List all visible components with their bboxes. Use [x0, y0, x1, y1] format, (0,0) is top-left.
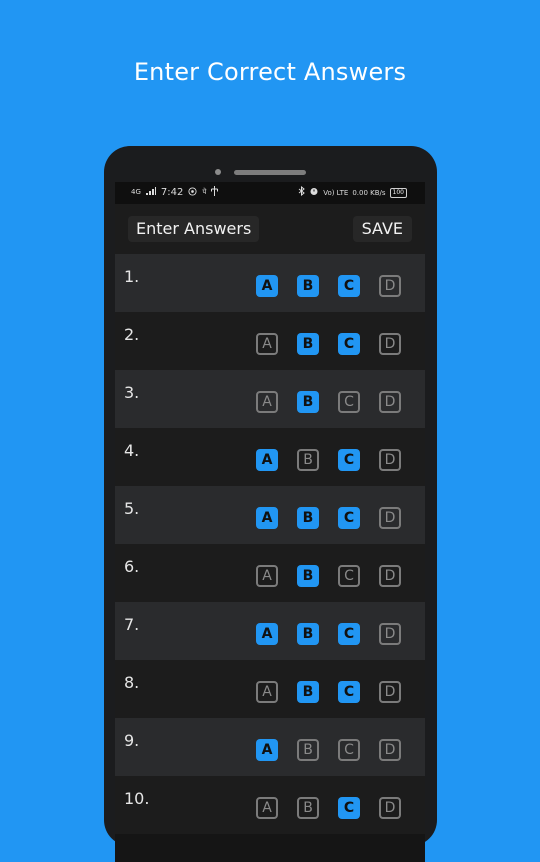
- answer-row: 1. A B C D: [115, 254, 425, 312]
- phone-screen: 4G 7:42 पे Vo) LTE 0.00 KB/s 100 Enter A…: [115, 182, 425, 862]
- option-b-toggle[interactable]: B: [297, 681, 319, 703]
- option-b-toggle[interactable]: B: [297, 797, 319, 819]
- answer-row: 9. A B C D: [115, 718, 425, 776]
- answer-row: 4. A B C D: [115, 428, 425, 486]
- front-camera: [215, 169, 221, 175]
- option-b-toggle[interactable]: B: [297, 333, 319, 355]
- question-number: 10.: [124, 789, 150, 808]
- bluetooth-icon: [298, 185, 306, 199]
- usb-icon: [211, 186, 219, 199]
- option-a-toggle[interactable]: A: [256, 449, 278, 471]
- option-d-toggle[interactable]: D: [379, 681, 401, 703]
- answers-list: 1. A B C D 2. A B C D 3. A B C D 4. A B C D 5. A B C D 6. A B C D 7. A B…: [115, 254, 425, 834]
- question-number: 4.: [124, 441, 140, 460]
- option-a-toggle[interactable]: A: [256, 275, 278, 297]
- option-d-toggle[interactable]: D: [379, 275, 401, 297]
- battery-icon: 100: [389, 187, 407, 198]
- lte-label: Vo) LTE: [323, 188, 349, 197]
- option-b-toggle[interactable]: B: [297, 623, 319, 645]
- option-c-toggle[interactable]: C: [338, 507, 360, 529]
- app-notification-glyph: पे: [202, 188, 207, 196]
- option-b-toggle[interactable]: B: [297, 391, 319, 413]
- question-number: 7.: [124, 615, 140, 634]
- answer-row: 8. A B C D: [115, 660, 425, 718]
- option-a-toggle[interactable]: A: [256, 565, 278, 587]
- data-speed: 0.00 KB/s: [352, 188, 386, 197]
- question-number: 5.: [124, 499, 140, 518]
- option-c-toggle[interactable]: C: [338, 275, 360, 297]
- option-a-toggle[interactable]: A: [256, 681, 278, 703]
- alarm-icon: [309, 186, 319, 199]
- signal-icon: [145, 187, 156, 198]
- option-d-toggle[interactable]: D: [379, 565, 401, 587]
- option-d-toggle[interactable]: D: [379, 391, 401, 413]
- option-a-toggle[interactable]: A: [256, 739, 278, 761]
- option-d-toggle[interactable]: D: [379, 797, 401, 819]
- answer-row: 7. A B C D: [115, 602, 425, 660]
- option-d-toggle[interactable]: D: [379, 623, 401, 645]
- option-a-toggle[interactable]: A: [256, 507, 278, 529]
- question-number: 2.: [124, 325, 140, 344]
- option-c-toggle[interactable]: C: [338, 333, 360, 355]
- question-number: 9.: [124, 731, 140, 750]
- answer-row: 10. A B C D: [115, 776, 425, 834]
- whatsapp-icon: [188, 186, 197, 199]
- option-b-toggle[interactable]: B: [297, 565, 319, 587]
- option-c-toggle[interactable]: C: [338, 565, 360, 587]
- earpiece-speaker: [234, 170, 306, 175]
- option-b-toggle[interactable]: B: [297, 449, 319, 471]
- option-a-toggle[interactable]: A: [256, 391, 278, 413]
- option-c-toggle[interactable]: C: [338, 797, 360, 819]
- phone-frame: 4G 7:42 पे Vo) LTE 0.00 KB/s 100 Enter A…: [104, 146, 437, 862]
- option-c-toggle[interactable]: C: [338, 623, 360, 645]
- option-d-toggle[interactable]: D: [379, 449, 401, 471]
- battery-level: 100: [392, 188, 404, 196]
- option-d-toggle[interactable]: D: [379, 739, 401, 761]
- screen-title: Enter Answers: [128, 216, 260, 242]
- save-button[interactable]: SAVE: [352, 216, 412, 242]
- option-c-toggle[interactable]: C: [338, 681, 360, 703]
- option-b-toggle[interactable]: B: [297, 275, 319, 297]
- answer-row: 6. A B C D: [115, 544, 425, 602]
- option-a-toggle[interactable]: A: [256, 333, 278, 355]
- status-bar: 4G 7:42 पे Vo) LTE 0.00 KB/s 100: [115, 182, 425, 204]
- page-headline: Enter Correct Answers: [133, 58, 407, 86]
- option-b-toggle[interactable]: B: [297, 507, 319, 529]
- app-bar: Enter Answers SAVE: [115, 204, 425, 254]
- network-type: 4G: [131, 188, 141, 196]
- question-number: 8.: [124, 673, 140, 692]
- status-time: 7:42: [160, 187, 184, 198]
- option-a-toggle[interactable]: A: [256, 797, 278, 819]
- question-number: 3.: [124, 383, 140, 402]
- answer-row: 5. A B C D: [115, 486, 425, 544]
- option-b-toggle[interactable]: B: [297, 739, 319, 761]
- answer-row: 2. A B C D: [115, 312, 425, 370]
- question-number: 6.: [124, 557, 140, 576]
- option-a-toggle[interactable]: A: [256, 623, 278, 645]
- option-c-toggle[interactable]: C: [338, 449, 360, 471]
- option-c-toggle[interactable]: C: [338, 739, 360, 761]
- question-number: 1.: [124, 267, 140, 286]
- answer-row: 3. A B C D: [115, 370, 425, 428]
- option-c-toggle[interactable]: C: [338, 391, 360, 413]
- option-d-toggle[interactable]: D: [379, 507, 401, 529]
- option-d-toggle[interactable]: D: [379, 333, 401, 355]
